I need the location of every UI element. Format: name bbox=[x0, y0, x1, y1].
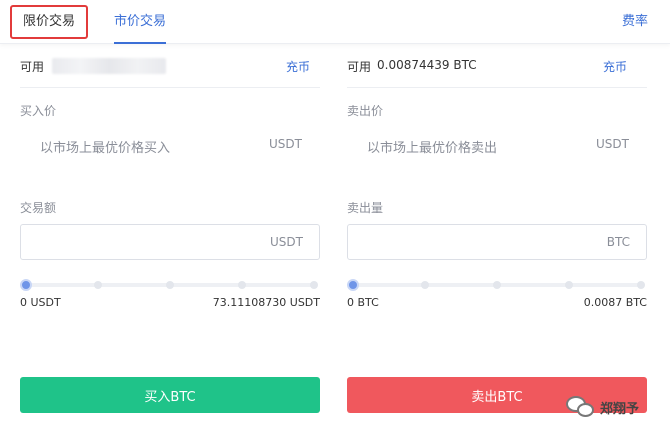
sell-available-label: 可用 bbox=[347, 60, 372, 74]
wechat-watermark: 郑翔予 bbox=[566, 392, 639, 422]
buy-slider-step[interactable] bbox=[238, 281, 246, 289]
buy-slider-step[interactable] bbox=[94, 281, 102, 289]
sell-amount-unit: BTC bbox=[606, 235, 630, 249]
sell-panel: 可用 0.00874439 BTC 充币 卖出价 以市场上最优价格卖出 USDT… bbox=[347, 44, 647, 435]
buy-amount-unit: USDT bbox=[270, 235, 303, 249]
sell-slider-handle[interactable] bbox=[347, 279, 359, 291]
sell-slider[interactable] bbox=[347, 278, 647, 292]
buy-price-text: 以市场上最优价格买入 bbox=[40, 141, 171, 156]
buy-btc-button[interactable]: 买入BTC bbox=[20, 377, 320, 413]
buy-amount-box: USDT bbox=[20, 224, 320, 260]
sell-available-value: 0.00874439 BTC bbox=[377, 58, 477, 72]
buy-range-max: 73.11108730 USDT bbox=[212, 296, 320, 309]
buy-panel: 可用 充币 买入价 以市场上最优价格买入 USDT 交易额 USDT 0 USD… bbox=[20, 44, 320, 435]
watermark-text: 郑翔予 bbox=[600, 401, 640, 417]
sell-amount-label: 卖出量 bbox=[347, 201, 384, 215]
sell-price-text: 以市场上最优价格卖出 bbox=[367, 141, 498, 156]
wechat-icon bbox=[566, 394, 596, 420]
buy-slider[interactable] bbox=[20, 278, 320, 292]
sell-price-label: 卖出价 bbox=[347, 104, 384, 118]
sell-slider-step[interactable] bbox=[493, 281, 501, 289]
top-bar: 限价交易 市价交易 费率 bbox=[0, 0, 670, 44]
sell-price-field: 以市场上最优价格卖出 USDT bbox=[347, 134, 647, 158]
buy-price-unit: USDT bbox=[269, 137, 302, 151]
buy-slider-handle[interactable] bbox=[20, 279, 32, 291]
buy-deposit-link[interactable]: 充币 bbox=[286, 58, 310, 75]
sell-slider-step[interactable] bbox=[637, 281, 645, 289]
buy-range-min: 0 USDT bbox=[20, 296, 61, 309]
sell-range-min: 0 BTC bbox=[347, 296, 379, 309]
buy-slider-step[interactable] bbox=[310, 281, 318, 289]
buy-amount-label: 交易额 bbox=[20, 201, 57, 215]
buy-slider-step[interactable] bbox=[166, 281, 174, 289]
tab-market-order-label: 市价交易 bbox=[114, 14, 167, 29]
tab-limit-order[interactable]: 限价交易 bbox=[10, 5, 88, 39]
buy-available-row: 可用 充币 bbox=[20, 44, 320, 88]
fee-rate-link[interactable]: 费率 bbox=[622, 0, 648, 44]
buy-price-label: 买入价 bbox=[20, 104, 57, 118]
buy-amount-input[interactable] bbox=[21, 225, 261, 259]
sell-amount-box: BTC bbox=[347, 224, 647, 260]
sell-amount-input[interactable] bbox=[348, 225, 588, 259]
sell-available-row: 可用 0.00874439 BTC 充币 bbox=[347, 44, 647, 88]
sell-price-unit: USDT bbox=[596, 137, 629, 151]
sell-slider-step[interactable] bbox=[565, 281, 573, 289]
buy-price-field: 以市场上最优价格买入 USDT bbox=[20, 134, 320, 158]
sell-deposit-link[interactable]: 充币 bbox=[603, 58, 627, 75]
sell-slider-step[interactable] bbox=[421, 281, 429, 289]
buy-available-blurred-value bbox=[52, 58, 166, 74]
buy-available-label: 可用 bbox=[20, 60, 45, 74]
sell-range-max: 0.0087 BTC bbox=[583, 296, 647, 309]
tab-market-order[interactable]: 市价交易 bbox=[114, 0, 167, 44]
